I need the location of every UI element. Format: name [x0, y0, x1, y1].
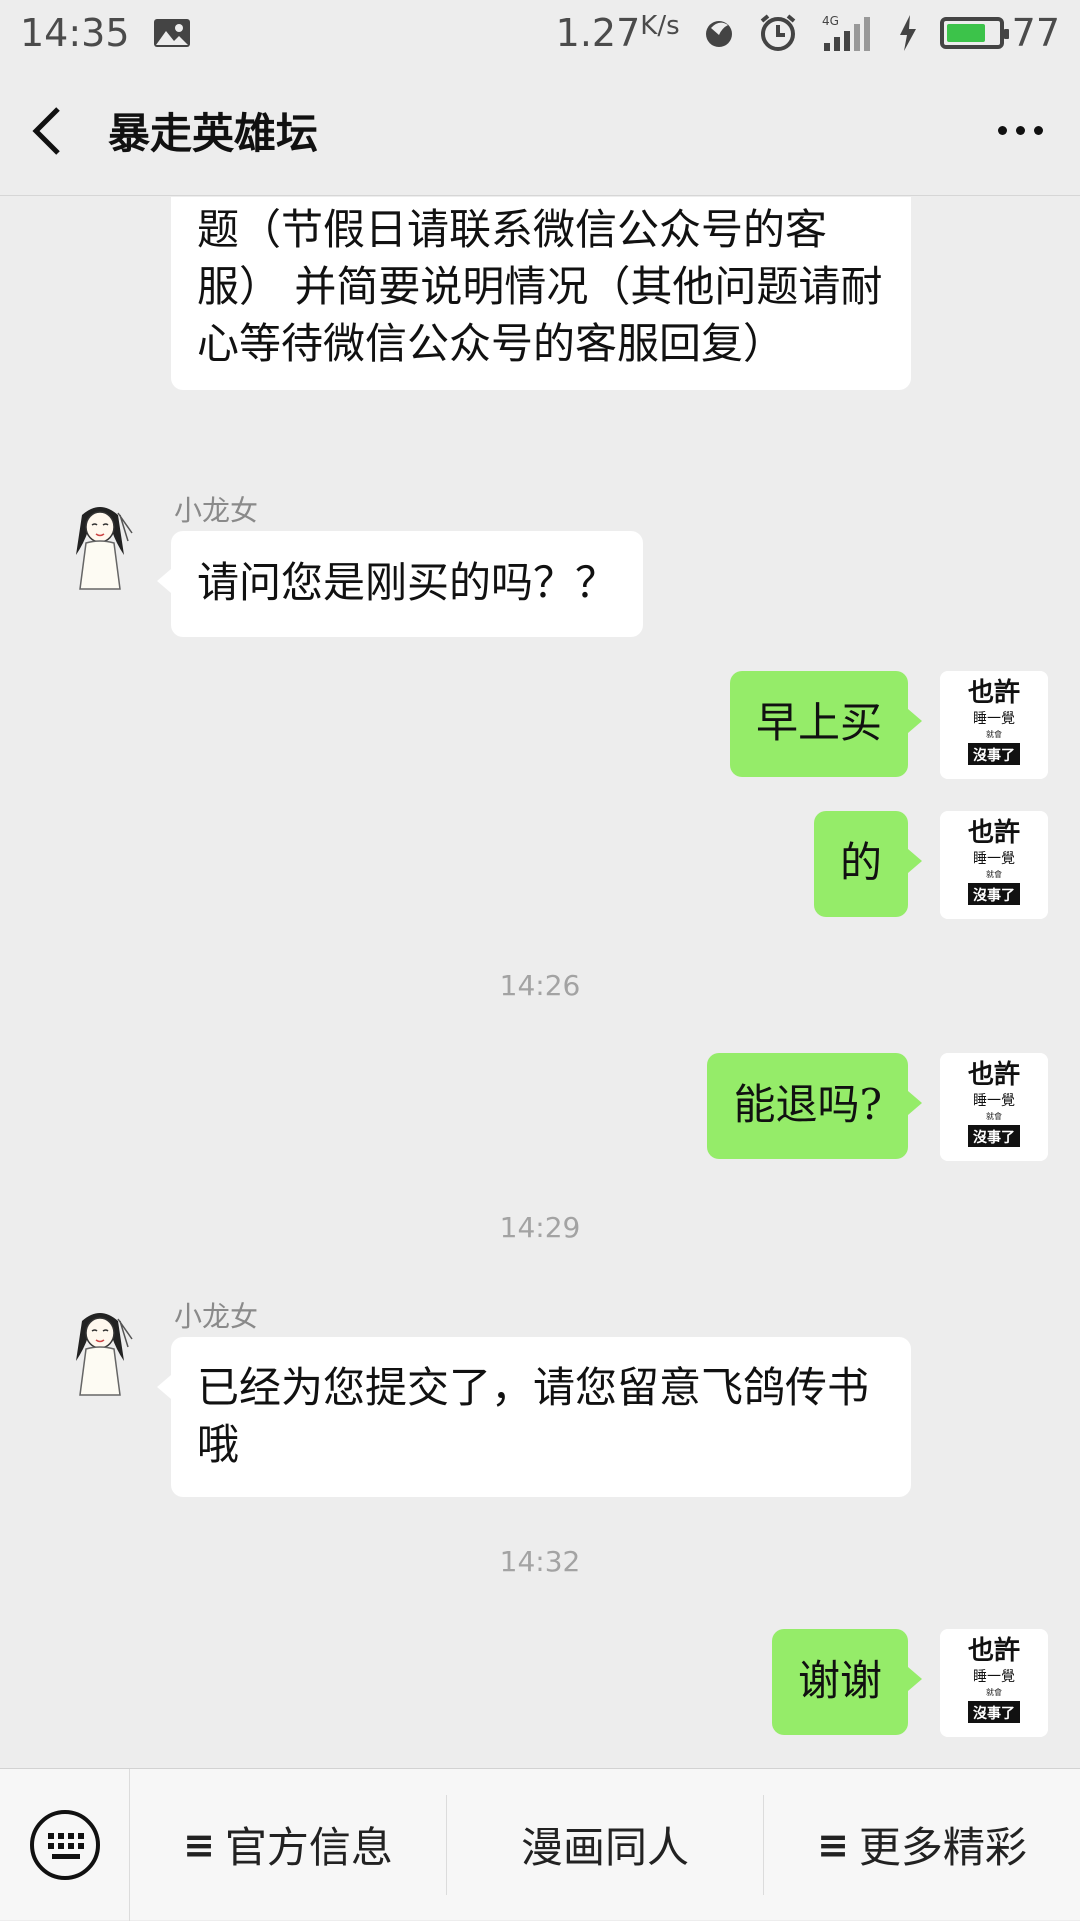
text-image-avatar-icon: 也許 睡一覺 就會 沒事了 — [940, 1053, 1048, 1161]
my-avatar[interactable]: 也許 睡一覺 就會 沒事了 — [940, 1629, 1048, 1737]
more-options-button[interactable] — [990, 101, 1050, 161]
battery-level: 77 — [1011, 11, 1060, 55]
girl-character-avatar-icon — [76, 507, 133, 590]
bottom-menu-bar: ≡ 官方信息 漫画同人 ≡ 更多精彩 — [0, 1768, 1080, 1921]
keyboard-toggle-button[interactable] — [0, 1768, 130, 1921]
girl-character-avatar-icon — [76, 1313, 133, 1396]
chevron-left-icon — [32, 106, 60, 155]
svg-text:4G: 4G — [822, 14, 839, 28]
svg-text:睡一覺: 睡一覺 — [973, 711, 1015, 727]
my-avatar[interactable]: 也許 睡一覺 就會 沒事了 — [940, 671, 1048, 779]
message-bubble-sent[interactable]: 谢谢 — [771, 1629, 923, 1735]
sender-name: 小龙女 — [174, 1300, 259, 1333]
message-bubble-received[interactable]: 题（节假日请联系微信公众号的客服） 并简要说明情况（其他问题请耐心等待微信公众号… — [171, 197, 911, 390]
chat-header: 暴走英雄坛 — [0, 66, 1080, 196]
svg-text:沒事了: 沒事了 — [973, 887, 1015, 904]
charging-bolt-icon — [898, 15, 918, 51]
menu-list-icon: ≡ — [817, 1822, 849, 1867]
message-text: 早上买 — [755, 698, 882, 747]
message-timestamp: 14:32 — [499, 1545, 581, 1578]
sender-avatar[interactable] — [46, 1299, 154, 1407]
chat-title: 暴走英雄坛 — [108, 109, 319, 158]
menu-list-icon: ≡ — [183, 1822, 215, 1867]
battery-indicator: 77 — [939, 11, 1060, 55]
status-time: 14:35 — [20, 11, 130, 55]
message-bubble-received[interactable]: 已经为您提交了，请您留意飞鸽传书哦 — [157, 1337, 911, 1497]
more-dot-icon — [1033, 126, 1043, 135]
message-bubble-sent[interactable]: 早上买 — [729, 671, 923, 777]
network-speed: 1.27K/s — [555, 11, 680, 55]
menu-label: 漫画同人 — [520, 1823, 689, 1872]
text-image-avatar-icon: 也許 睡一覺 就會 沒事了 — [940, 811, 1048, 919]
svg-text:沒事了: 沒事了 — [973, 1129, 1015, 1146]
svg-text:也許: 也許 — [968, 818, 1020, 848]
status-bar: 14:35 1.27K/s 4G 77 — [0, 0, 1080, 66]
message-bubble-sent[interactable]: 能退吗? — [707, 1053, 922, 1159]
text-image-avatar-icon: 也許 睡一覺 就會 沒事了 — [940, 671, 1048, 779]
battery-icon — [939, 17, 1009, 49]
menu-more-highlights[interactable]: ≡ 更多精彩 — [763, 1794, 1080, 1895]
keyboard-icon — [29, 1809, 100, 1880]
message-bubble-received[interactable]: 请问您是刚买的吗？？ — [156, 531, 644, 637]
svg-text:睡一覺: 睡一覺 — [973, 851, 1015, 867]
menu-label: 更多精彩 — [858, 1823, 1027, 1872]
svg-text:就會: 就會 — [986, 1687, 1002, 1697]
menu-label: 官方信息 — [224, 1823, 393, 1872]
svg-text:就會: 就會 — [986, 1111, 1002, 1121]
message-timestamp: 14:26 — [499, 969, 581, 1002]
more-dot-icon — [1015, 126, 1025, 135]
svg-text:沒事了: 沒事了 — [973, 747, 1015, 764]
message-text: 能退吗? — [733, 1080, 882, 1129]
text-image-avatar-icon: 也許 睡一覺 就會 沒事了 — [940, 1629, 1048, 1737]
alarm-clock-icon — [758, 13, 798, 53]
svg-text:睡一覺: 睡一覺 — [973, 1669, 1015, 1685]
menu-official-info[interactable]: ≡ 官方信息 — [130, 1795, 446, 1895]
svg-text:也許: 也許 — [968, 678, 1020, 708]
bird-app-icon — [702, 16, 736, 50]
back-button[interactable] — [30, 101, 80, 161]
my-avatar[interactable]: 也許 睡一覺 就會 沒事了 — [940, 1053, 1048, 1161]
svg-text:睡一覺: 睡一覺 — [973, 1093, 1015, 1109]
menu-comic-fan[interactable]: 漫画同人 — [446, 1794, 763, 1895]
my-avatar[interactable]: 也許 睡一覺 就會 沒事了 — [940, 811, 1048, 919]
message-timestamp: 14:29 — [499, 1211, 581, 1244]
message-bubble-sent[interactable]: 的 — [813, 811, 923, 917]
message-text: 题（节假日请联系微信公众号的客服） 并简要说明情况（其他问题请耐心等待微信公众号… — [197, 205, 883, 368]
sender-name: 小龙女 — [174, 494, 259, 527]
signal-4g-icon: 4G — [820, 13, 876, 53]
svg-text:也許: 也許 — [968, 1060, 1020, 1090]
svg-text:就會: 就會 — [986, 869, 1002, 879]
message-text: 的 — [839, 838, 882, 887]
svg-text:沒事了: 沒事了 — [973, 1705, 1015, 1722]
more-dot-icon — [997, 126, 1007, 135]
svg-text:也許: 也許 — [968, 1636, 1020, 1666]
message-text: 已经为您提交了，请您留意飞鸽传书哦 — [197, 1363, 870, 1469]
message-text: 谢谢 — [797, 1656, 882, 1705]
message-text: 请问您是刚买的吗？？ — [197, 558, 618, 607]
chat-message-list[interactable]: 题（节假日请联系微信公众号的客服） 并简要说明情况（其他问题请耐心等待微信公众号… — [0, 197, 1080, 1769]
sender-avatar[interactable] — [46, 493, 154, 601]
notification-image-icon — [152, 17, 192, 49]
svg-text:就會: 就會 — [986, 729, 1002, 739]
